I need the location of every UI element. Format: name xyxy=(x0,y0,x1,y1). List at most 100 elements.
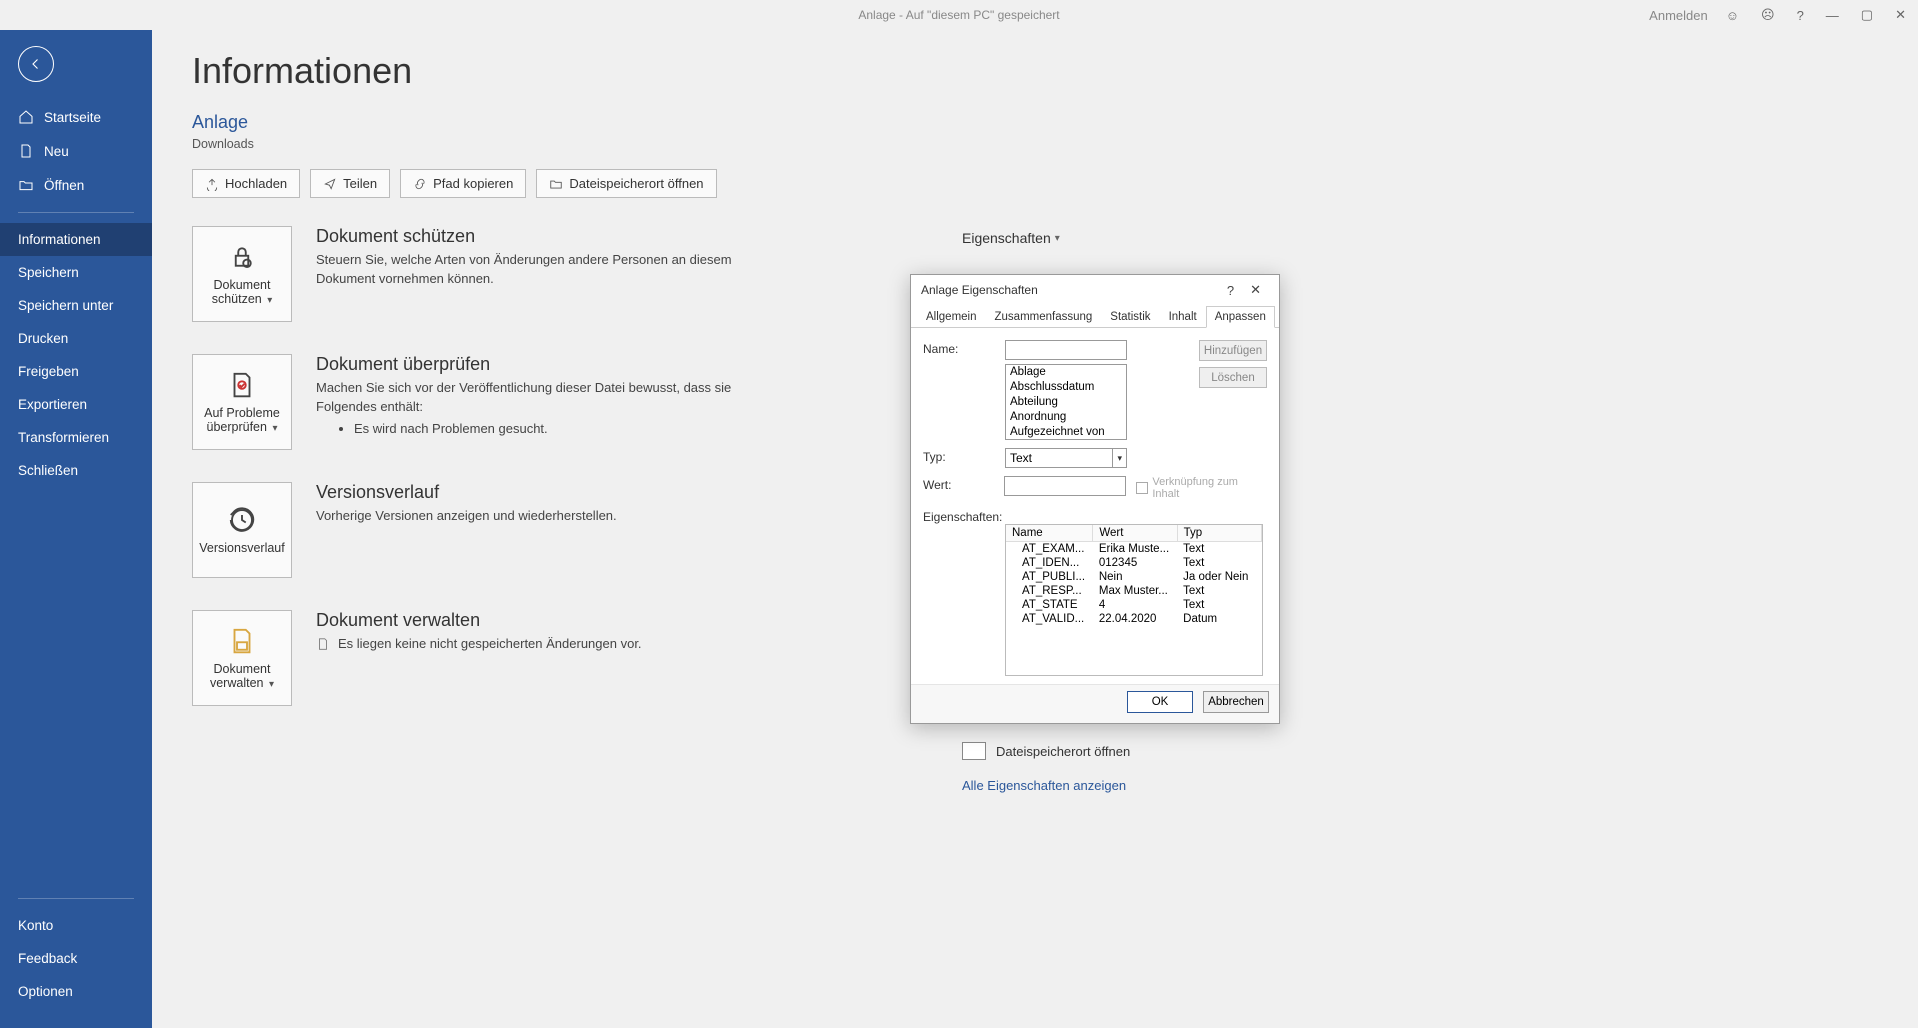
open-location-button[interactable]: Dateispeicherort öffnen xyxy=(536,169,716,198)
type-value: Text xyxy=(1010,451,1032,465)
manage-document-button[interactable]: Dokument verwalten xyxy=(192,610,292,706)
help-icon[interactable]: ? xyxy=(1793,8,1808,23)
table-row[interactable]: AT_RESP...Max Muster...Text xyxy=(1006,584,1262,598)
list-item[interactable]: Anordnung xyxy=(1006,410,1126,425)
sidebar-item-export[interactable]: Exportieren xyxy=(0,388,152,421)
list-item[interactable]: Abteilung xyxy=(1006,395,1126,410)
close-button[interactable]: ✕ xyxy=(1891,7,1910,23)
open-location-label: Dateispeicherort öffnen xyxy=(996,744,1130,759)
sidebar-item-transform[interactable]: Transformieren xyxy=(0,421,152,454)
open-icon xyxy=(18,177,34,193)
sidebar-label-close: Schließen xyxy=(18,463,78,478)
properties-dialog: Anlage Eigenschaften ? ✕ Allgemein Zusam… xyxy=(910,274,1280,724)
home-icon xyxy=(18,109,34,125)
sidebar-item-feedback[interactable]: Feedback xyxy=(0,942,152,975)
props-label: Eigenschaften: xyxy=(923,508,995,524)
sidebar-item-info[interactable]: Informationen xyxy=(0,223,152,256)
document-icon xyxy=(316,637,330,651)
col-value[interactable]: Wert xyxy=(1093,525,1177,542)
window-title: Anlage - Auf "diesem PC" gespeichert xyxy=(858,8,1059,22)
type-select[interactable]: Text ▾ xyxy=(1005,448,1127,468)
col-type[interactable]: Typ xyxy=(1177,525,1261,542)
tab-general[interactable]: Allgemein xyxy=(917,306,986,328)
inspect-btn-label: Auf Probleme überprüfen xyxy=(204,406,280,434)
open-file-location[interactable]: Dateispeicherort öffnen xyxy=(962,742,1130,760)
doc-path: Downloads xyxy=(192,137,1878,151)
value-label: Wert: xyxy=(923,476,994,492)
tab-custom[interactable]: Anpassen xyxy=(1206,306,1275,328)
manage-desc: Es liegen keine nicht gespeicherten Ände… xyxy=(338,635,642,654)
sidebar-item-home[interactable]: Startseite xyxy=(0,100,152,134)
table-row[interactable]: AT_STATE4Text xyxy=(1006,598,1262,612)
col-name[interactable]: Name xyxy=(1006,525,1093,542)
restore-button[interactable]: ▢ xyxy=(1857,7,1877,23)
ok-button[interactable]: OK xyxy=(1127,691,1193,713)
protect-btn-label: Dokument schützen xyxy=(212,278,271,306)
sidebar-label-save: Speichern xyxy=(18,265,79,280)
version-history-button[interactable]: Versionsverlauf xyxy=(192,482,292,578)
manage-title: Dokument verwalten xyxy=(316,610,642,631)
add-button[interactable]: Hinzufügen xyxy=(1199,340,1267,361)
sidebar-label-account: Konto xyxy=(18,918,53,933)
table-row[interactable]: AT_PUBLI...NeinJa oder Nein xyxy=(1006,570,1262,584)
sidebar-item-print[interactable]: Drucken xyxy=(0,322,152,355)
dialog-help-button[interactable]: ? xyxy=(1219,283,1242,298)
protect-document-button[interactable]: Dokument schützen xyxy=(192,226,292,322)
link-checkbox[interactable] xyxy=(1136,482,1148,494)
sidebar-label-options: Optionen xyxy=(18,984,73,999)
sidebar-item-options[interactable]: Optionen xyxy=(0,975,152,1008)
sidebar-item-new[interactable]: Neu xyxy=(0,134,152,168)
chevron-down-icon xyxy=(270,420,277,434)
share-label: Teilen xyxy=(343,176,377,191)
smile-icon[interactable]: ☺ xyxy=(1722,8,1743,23)
tab-content[interactable]: Inhalt xyxy=(1160,306,1206,328)
minimize-button[interactable]: — xyxy=(1822,8,1843,23)
table-row[interactable]: AT_IDEN...012345Text xyxy=(1006,556,1262,570)
sidebar-label-open: Öffnen xyxy=(44,178,84,193)
chevron-down-icon: ▾ xyxy=(1055,233,1060,244)
name-input[interactable] xyxy=(1005,340,1127,360)
inspect-title: Dokument überprüfen xyxy=(316,354,776,375)
type-label: Typ: xyxy=(923,448,995,464)
tab-summary[interactable]: Zusammenfassung xyxy=(986,306,1102,328)
sidebar-label-share: Freigeben xyxy=(18,364,79,379)
copy-path-button[interactable]: Pfad kopieren xyxy=(400,169,526,198)
protect-desc: Steuern Sie, welche Arten von Änderungen… xyxy=(316,251,776,289)
list-item[interactable]: Ablage xyxy=(1006,365,1126,380)
back-button[interactable] xyxy=(18,46,54,82)
sidebar-item-saveas[interactable]: Speichern unter xyxy=(0,289,152,322)
show-all-properties-link[interactable]: Alle Eigenschaften anzeigen xyxy=(962,778,1130,793)
upload-button[interactable]: Hochladen xyxy=(192,169,300,198)
sidebar-item-open[interactable]: Öffnen xyxy=(0,168,152,202)
properties-table[interactable]: Name Wert Typ AT_EXAM...Erika Muste...Te… xyxy=(1005,524,1263,676)
sidebar-item-share[interactable]: Freigeben xyxy=(0,355,152,388)
table-row[interactable]: AT_EXAM...Erika Muste...Text xyxy=(1006,542,1262,557)
sidebar-item-account[interactable]: Konto xyxy=(0,909,152,942)
delete-button[interactable]: Löschen xyxy=(1199,367,1267,388)
copypath-label: Pfad kopieren xyxy=(433,176,513,191)
sidebar-item-save[interactable]: Speichern xyxy=(0,256,152,289)
titlebar: Anlage - Auf "diesem PC" gespeichert Anm… xyxy=(0,0,1918,30)
cancel-button[interactable]: Abbrechen xyxy=(1203,691,1269,713)
list-item[interactable]: Abschlussdatum xyxy=(1006,380,1126,395)
action-bar: Hochladen Teilen Pfad kopieren Dateispei… xyxy=(192,169,1878,198)
chevron-down-icon xyxy=(265,292,272,306)
signin-link[interactable]: Anmelden xyxy=(1649,8,1708,23)
sidebar-label-saveas: Speichern unter xyxy=(18,298,113,313)
sidebar-label-feedback: Feedback xyxy=(18,951,77,966)
properties-column: Eigenschaften ▾ xyxy=(962,230,1060,252)
check-issues-button[interactable]: Auf Probleme überprüfen xyxy=(192,354,292,450)
sad-icon[interactable]: ☹ xyxy=(1757,7,1779,23)
upload-label: Hochladen xyxy=(225,176,287,191)
new-icon xyxy=(18,143,34,159)
tab-statistics[interactable]: Statistik xyxy=(1101,306,1159,328)
sidebar-item-close[interactable]: Schließen xyxy=(0,454,152,487)
list-item[interactable]: Aufgezeichnet von xyxy=(1006,425,1126,440)
name-listbox[interactable]: Ablage Abschlussdatum Abteilung Anordnun… xyxy=(1005,364,1127,440)
table-row[interactable]: AT_VALID...22.04.2020Datum xyxy=(1006,612,1262,626)
backstage-sidebar: Startseite Neu Öffnen Informationen Spei… xyxy=(0,30,152,1028)
properties-dropdown[interactable]: Eigenschaften ▾ xyxy=(962,230,1060,246)
dialog-close-button[interactable]: ✕ xyxy=(1242,282,1269,298)
value-input[interactable] xyxy=(1004,476,1126,496)
share-button[interactable]: Teilen xyxy=(310,169,390,198)
